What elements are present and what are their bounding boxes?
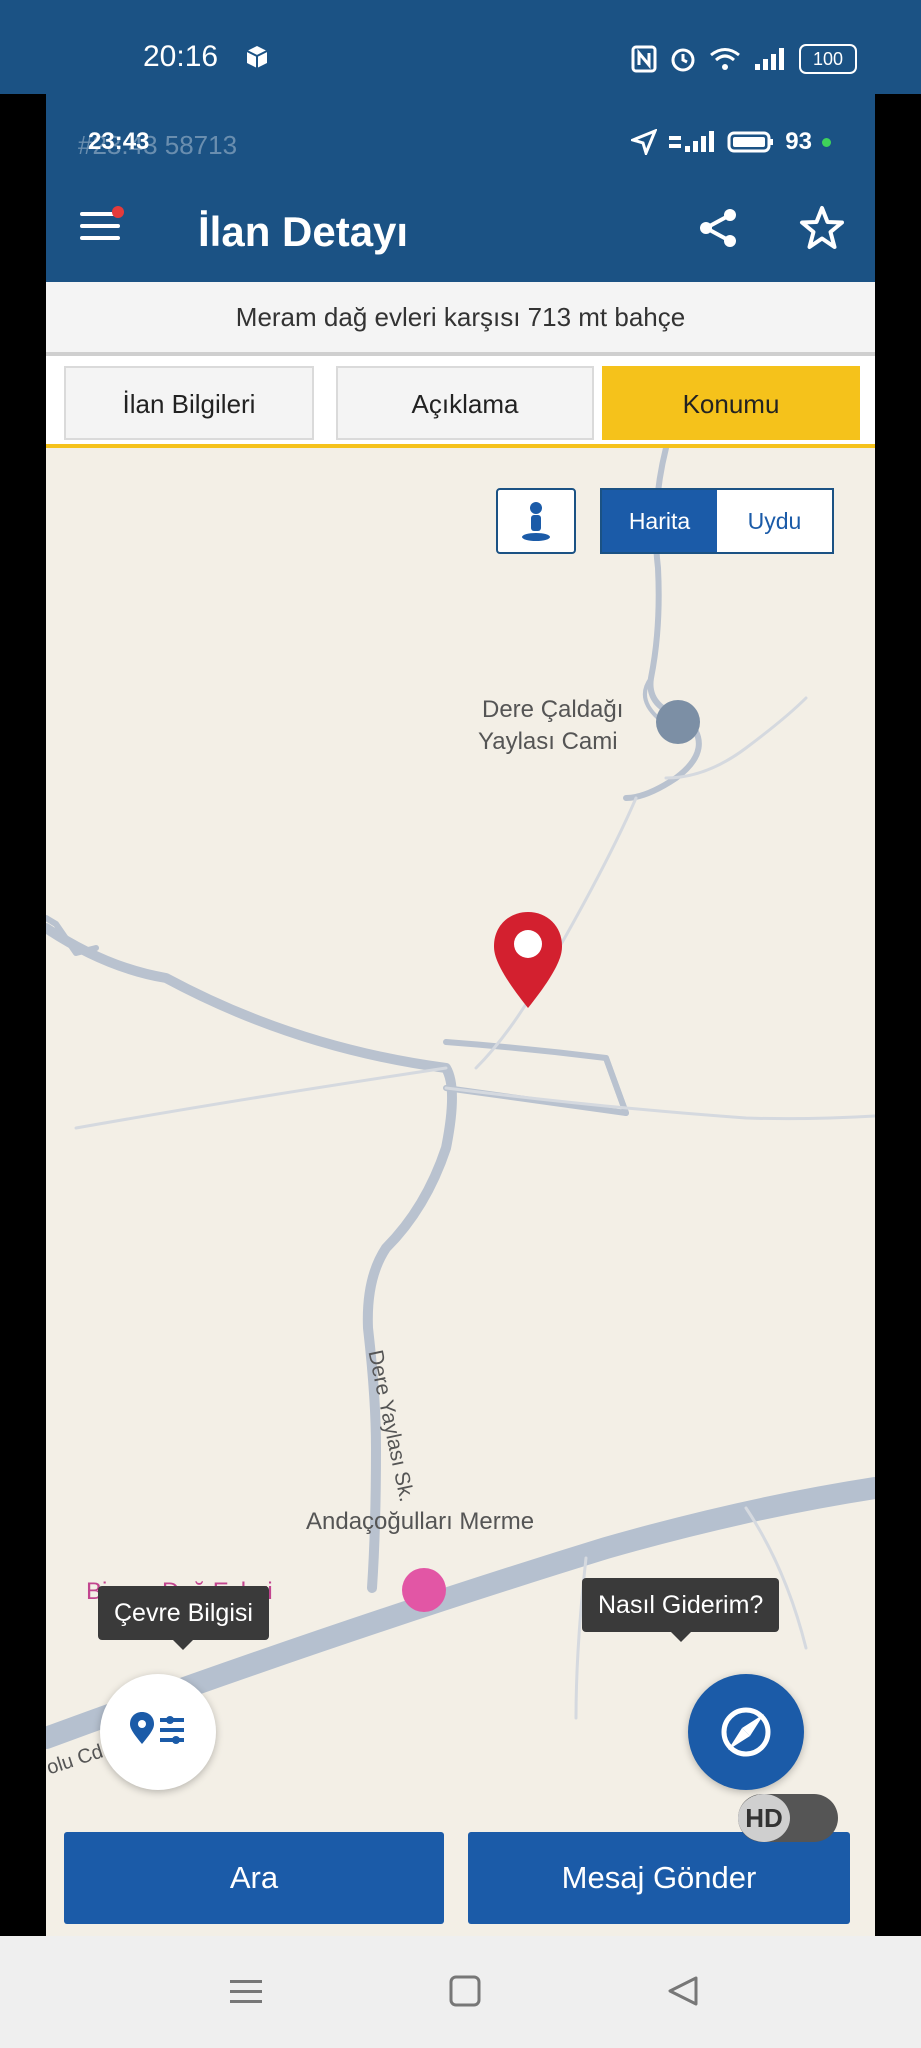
signal-icon	[669, 131, 715, 152]
tab-konumu[interactable]: Konumu	[602, 366, 860, 440]
back-triangle-icon[interactable]	[666, 1974, 700, 2008]
wifi-icon	[710, 48, 740, 70]
system-status-bar: 20:16 100	[0, 0, 921, 94]
environment-info-button[interactable]	[100, 1674, 216, 1790]
compass-icon	[721, 1707, 771, 1757]
hd-label: HD	[738, 1794, 790, 1842]
battery-icon	[727, 131, 774, 153]
tab-aciklama[interactable]: Açıklama	[336, 366, 594, 440]
action-bar: Ara Mesaj Gönder	[46, 1832, 875, 1936]
share-icon[interactable]	[696, 206, 740, 250]
hotel-icon[interactable]	[402, 1568, 446, 1612]
map-type-map[interactable]: Harita	[602, 490, 717, 552]
page-title: İlan Detayı	[198, 208, 409, 255]
app-status-time: 23:43	[88, 128, 150, 155]
star-icon[interactable]	[798, 204, 846, 252]
alarm-icon	[671, 48, 695, 72]
nfc-icon	[631, 45, 657, 73]
home-square-icon[interactable]	[448, 1974, 482, 2008]
location-list-icon	[130, 1712, 184, 1744]
app-status-bar: #23:43 58713 23:43 93	[46, 94, 875, 184]
battery-percent: 93	[785, 128, 812, 155]
menu-icon[interactable]	[228, 1976, 264, 2008]
listing-subtitle: Meram dağ evleri karşısı 713 mt bahçe	[46, 282, 875, 356]
tab-ilan-bilgileri[interactable]: İlan Bilgileri	[64, 366, 314, 440]
status-dot	[822, 137, 831, 147]
system-time: 20:16	[143, 40, 219, 73]
call-button[interactable]: Ara	[64, 1832, 444, 1924]
system-nav-bar	[0, 1936, 921, 2048]
tab-bar: İlan Bilgileri Açıklama Konumu	[46, 356, 875, 448]
map-pin-icon[interactable]	[494, 912, 562, 1008]
navigation-arrow-icon	[631, 129, 658, 155]
menu-button[interactable]	[80, 206, 124, 252]
map-label-mosque-1: Dere Çaldağı	[482, 696, 624, 723]
app-header: İlan Detayı	[46, 184, 875, 282]
signal-icon	[755, 48, 784, 70]
person-icon	[522, 502, 550, 541]
map-type-satellite[interactable]: Uydu	[717, 490, 832, 552]
directions-button[interactable]	[688, 1674, 804, 1790]
map-label-mosque-2: Yaylası Cami	[478, 728, 618, 755]
app-screen: #23:43 58713 23:43 93 İlan Detayı Meram …	[46, 94, 875, 1936]
cube-icon	[246, 46, 268, 68]
directions-tooltip: Nasıl Giderim?	[582, 1578, 780, 1642]
send-message-button[interactable]: Mesaj Gönder	[468, 1832, 850, 1924]
notification-dot	[112, 206, 124, 218]
battery-indicator: 100	[799, 44, 857, 74]
map-view[interactable]: Harita Uydu Dere Çaldağı Yaylası Cami De…	[46, 448, 875, 1832]
environment-tooltip: Çevre Bilgisi	[98, 1586, 269, 1650]
hd-toggle[interactable]: HD	[738, 1794, 838, 1842]
map-type-toggle: Harita Uydu	[600, 488, 834, 554]
mosque-icon[interactable]	[656, 700, 700, 744]
map-label-poi: Andaçoğulları Merme	[306, 1508, 535, 1535]
streetview-button[interactable]	[496, 488, 576, 554]
